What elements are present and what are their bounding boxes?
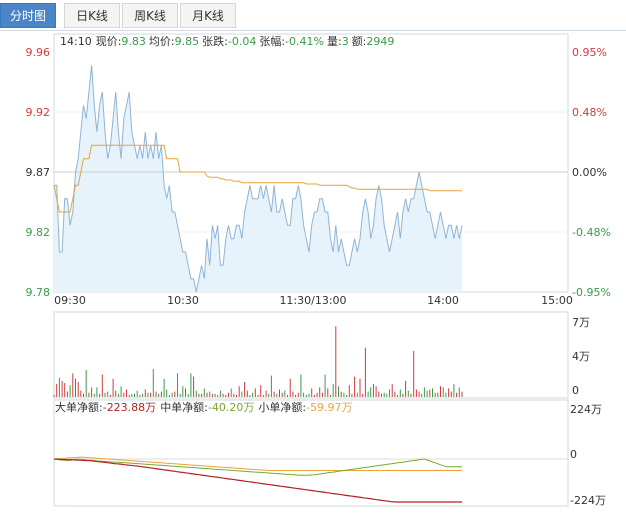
- flow-small-label: 小单净额:: [258, 400, 306, 414]
- quote-change: -0.04: [228, 35, 256, 48]
- large-order-flow-line: [53, 458, 462, 503]
- pct-axis-right: 0.95% 0.48% 0.00% -0.48% -0.95%: [572, 46, 611, 299]
- flow-axis-right: 224万 0 -224万: [570, 403, 606, 507]
- mid-order-flow-line: [53, 458, 462, 476]
- pct-tick-label: -0.48%: [572, 226, 611, 239]
- quote-avg-label: 均价:: [149, 35, 175, 48]
- flow-large-label: 大单净额:: [55, 400, 103, 414]
- pct-tick-label: 0.95%: [572, 46, 607, 59]
- pct-tick-label: 0.48%: [572, 106, 607, 119]
- time-axis: 09:30 10:30 11:30/13:00 14:00 15:00: [54, 294, 573, 307]
- volume-tick-label: 4万: [572, 350, 590, 363]
- time-tick-label: 14:00: [427, 294, 459, 307]
- price-tick-label: 9.96: [26, 46, 51, 59]
- price-tick-label: 9.82: [26, 226, 51, 239]
- quote-bar: 14:10 现价:9.83 均价:9.85 张跌:-0.04 张幅:-0.41% 量:3 额…: [60, 34, 394, 48]
- pct-tick-label: -0.95%: [572, 286, 611, 299]
- pct-tick-label: 0.00%: [572, 166, 607, 179]
- price-tick-label: 9.87: [26, 166, 51, 179]
- volume-panel-frame: [53, 311, 569, 399]
- flow-legend: 大单净额:-223.88万 中单净额:-40.20万 小单净额:-59.97万: [55, 400, 353, 414]
- time-tick-label: 11:30/13:00: [279, 294, 346, 307]
- flow-mid-value: -40.20万: [208, 401, 254, 414]
- quote-price-label: 现价:: [96, 35, 122, 48]
- flow-large-value: -223.88万: [103, 401, 156, 414]
- flow-tick-label: 224万: [570, 403, 602, 416]
- quote-amt-label: 额:: [352, 35, 367, 48]
- quote-avg: 9.85: [175, 35, 200, 48]
- time-tick-label: 09:30: [54, 294, 86, 307]
- time-tick-label: 15:00: [541, 294, 573, 307]
- quote-amt: 2949: [366, 35, 394, 48]
- quote-pct-label: 张幅:: [259, 35, 285, 48]
- volume-tick-label: 7万: [572, 316, 590, 329]
- time-tick-label: 10:30: [167, 294, 199, 307]
- quote-time: 14:10: [60, 35, 92, 48]
- flow-tick-label: 0: [570, 448, 577, 461]
- flow-tick-label: -224万: [570, 494, 606, 507]
- flow-mid-label: 中单净额:: [160, 400, 208, 414]
- quote-price: 9.83: [121, 35, 146, 48]
- quote-change-label: 张跌:: [202, 34, 228, 48]
- volume-tick-label: 0: [572, 384, 579, 397]
- flow-small-value: -59.97万: [306, 401, 352, 414]
- price-axis-left: 9.96 9.92 9.87 9.82 9.78: [26, 46, 51, 299]
- quote-vol-label: 量:: [327, 35, 342, 48]
- volume-axis-right: 7万 4万 0: [572, 316, 590, 397]
- intraday-chart: 9.96 9.92 9.87 9.82 9.78 0.95% 0.48% 0.00% -0.4…: [26, 33, 611, 507]
- quote-pct: -0.41%: [285, 35, 324, 48]
- price-tick-label: 9.78: [26, 286, 51, 299]
- volume-bars: [53, 326, 463, 397]
- price-tick-label: 9.92: [26, 106, 51, 119]
- quote-vol: 3: [342, 35, 349, 48]
